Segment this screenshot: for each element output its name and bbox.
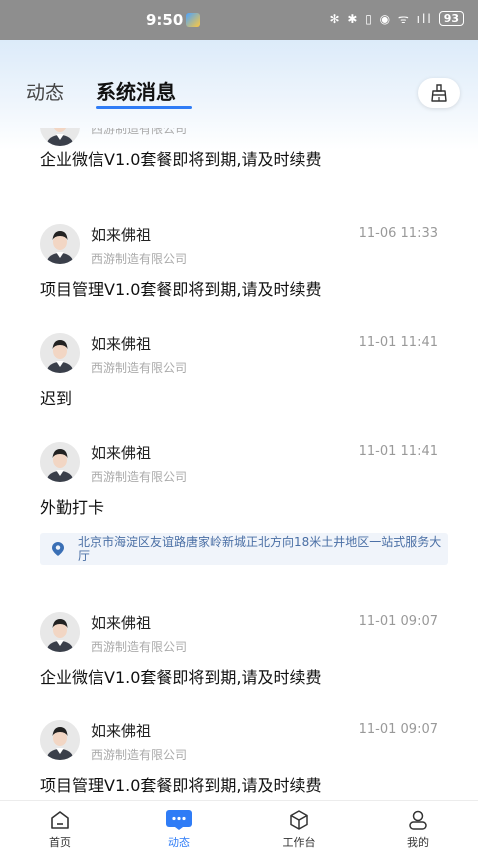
nav-label: 动态 bbox=[168, 836, 190, 849]
location-card[interactable]: 北京市海淀区友谊路唐家岭新城正北方向18米土井地区一站式服务大厅 bbox=[40, 533, 448, 565]
tab-dongtai[interactable]: 动态 bbox=[26, 78, 64, 105]
broom-icon bbox=[431, 84, 447, 102]
message-feed[interactable]: 西游制造有限公司 企业微信V1.0套餐即将到期,请及时续费 如来佛祖 11-06… bbox=[0, 128, 478, 800]
active-tab-indicator bbox=[96, 106, 192, 109]
message-time: 11-01 09:07 bbox=[358, 614, 438, 629]
message-content: 外勤打卡 bbox=[40, 498, 105, 517]
sender-company: 西游制造有限公司 bbox=[91, 640, 188, 654]
nav-workbench[interactable]: 工作台 bbox=[259, 801, 339, 850]
sender-name: 如来佛祖 bbox=[91, 722, 152, 740]
sender-name: 如来佛祖 bbox=[91, 226, 152, 244]
message-content: 迟到 bbox=[40, 389, 73, 408]
message-time: 11-01 11:41 bbox=[358, 335, 438, 350]
avatar bbox=[40, 128, 80, 146]
sender-name: 如来佛祖 bbox=[91, 335, 152, 353]
status-right: ✻ ✱ ▯ ◉ ᯤ ıll 93 bbox=[329, 10, 464, 27]
nav-label: 首页 bbox=[49, 836, 71, 849]
avatar bbox=[40, 333, 80, 373]
avatar bbox=[40, 720, 80, 760]
person-icon bbox=[409, 810, 427, 830]
battery-icon: 93 bbox=[438, 11, 464, 26]
nav-dongtai[interactable]: 动态 bbox=[139, 801, 219, 850]
bottom-nav: 首页 动态 工作台 我的 bbox=[0, 800, 478, 850]
app-notification-icon bbox=[186, 13, 200, 27]
status-bar: 9:50 ✻ ✱ ▯ ◉ ᯤ ıll 93 bbox=[0, 0, 478, 40]
avatar bbox=[40, 442, 80, 482]
avatar bbox=[40, 224, 80, 264]
sender-company: 西游制造有限公司 bbox=[91, 128, 188, 136]
sender-company: 西游制造有限公司 bbox=[91, 470, 188, 484]
nav-home[interactable]: 首页 bbox=[20, 801, 100, 850]
sender-company: 西游制造有限公司 bbox=[91, 361, 188, 375]
message-content: 项目管理V1.0套餐即将到期,请及时续费 bbox=[40, 280, 322, 299]
sender-company: 西游制造有限公司 bbox=[91, 252, 188, 266]
location-address: 北京市海淀区友谊路唐家岭新城正北方向18米土井地区一站式服务大厅 bbox=[78, 535, 442, 563]
cube-icon bbox=[290, 810, 308, 830]
location-pin-icon bbox=[52, 542, 64, 556]
sender-name: 如来佛祖 bbox=[91, 614, 152, 632]
status-time: 9:50 bbox=[146, 11, 184, 29]
nav-mine[interactable]: 我的 bbox=[378, 801, 458, 850]
message-time: 11-01 09:07 bbox=[358, 722, 438, 737]
tab-system-messages[interactable]: 系统消息 bbox=[96, 76, 176, 105]
message-content: 企业微信V1.0套餐即将到期,请及时续费 bbox=[40, 150, 322, 169]
message-content: 企业微信V1.0套餐即将到期,请及时续费 bbox=[40, 668, 322, 687]
home-icon bbox=[51, 811, 69, 829]
sender-name: 如来佛祖 bbox=[91, 444, 152, 462]
message-content: 项目管理V1.0套餐即将到期,请及时续费 bbox=[40, 776, 322, 795]
sender-company: 西游制造有限公司 bbox=[91, 748, 188, 762]
system-status-icons: ✻ ✱ ▯ ◉ ᯤ ıll bbox=[329, 12, 433, 26]
message-time: 11-06 11:33 bbox=[358, 226, 438, 241]
nav-label: 工作台 bbox=[282, 836, 316, 849]
clear-messages-button[interactable] bbox=[418, 78, 460, 108]
message-time: 11-01 11:41 bbox=[358, 444, 438, 459]
chat-bubble-icon bbox=[166, 810, 192, 830]
avatar bbox=[40, 612, 80, 652]
nav-label: 我的 bbox=[407, 836, 429, 849]
